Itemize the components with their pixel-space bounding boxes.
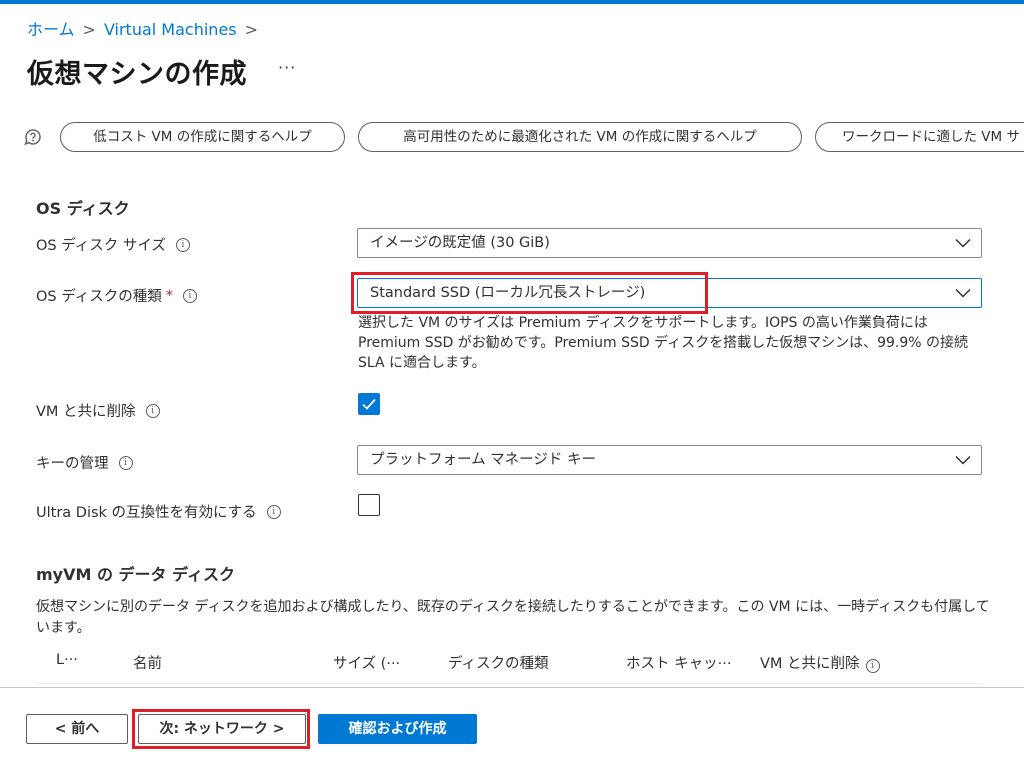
- column-header-delete-with-vm[interactable]: VM と共に削除 i: [760, 652, 880, 673]
- required-indicator: *: [165, 287, 173, 304]
- review-create-button[interactable]: 確認および作成: [318, 714, 477, 744]
- os-disk-size-label-text: OS ディスク サイズ: [36, 238, 166, 254]
- info-icon[interactable]: i: [118, 455, 133, 470]
- data-disks-description: 仮想マシンに別のデータ ディスクを追加および構成したり、既存のディスクを接続した…: [36, 599, 990, 636]
- os-disk-type-value: Standard SSD (ローカル冗長ストレージ): [370, 285, 646, 301]
- page-title: 仮想マシンの作成: [27, 59, 247, 90]
- os-disk-size-value: イメージの既定値 (30 GiB): [370, 235, 550, 251]
- column-header-lun[interactable]: L···: [56, 652, 78, 668]
- info-icon[interactable]: i: [865, 659, 880, 673]
- os-disk-type-label: OS ディスクの種類 * i: [36, 285, 197, 306]
- os-disk-type-dropdown[interactable]: Standard SSD (ローカル冗長ストレージ): [357, 278, 982, 308]
- help-links-bar: 低コスト VM の作成に関するヘルプ 高可用性のために最適化された VM の作成…: [0, 120, 1024, 156]
- more-options-button[interactable]: ···: [278, 58, 296, 77]
- checkmark-icon: [362, 398, 376, 410]
- breadcrumb-home[interactable]: ホーム: [27, 20, 75, 39]
- key-management-dropdown[interactable]: プラットフォーム マネージド キー: [357, 445, 982, 475]
- os-disk-section-title: OS ディスク: [36, 199, 130, 218]
- ultra-disk-label: Ultra Disk の互換性を有効にする i: [36, 501, 281, 522]
- info-icon[interactable]: i: [182, 288, 197, 303]
- footer-divider: [0, 687, 1024, 688]
- info-icon[interactable]: i: [266, 504, 281, 519]
- help-link-low-cost-vm[interactable]: 低コスト VM の作成に関するヘルプ: [60, 122, 345, 152]
- column-header-delete-with-vm-text: VM と共に削除: [760, 656, 860, 672]
- data-disks-section-title: myVM の データ ディスク: [36, 565, 235, 584]
- table-divider: [36, 683, 982, 684]
- column-header-host-cache[interactable]: ホスト キャッ···: [626, 652, 731, 673]
- chevron-down-icon: [955, 288, 971, 298]
- ultra-disk-checkbox[interactable]: [358, 494, 380, 516]
- delete-with-vm-label-text: VM と共に削除: [36, 404, 136, 420]
- ultra-disk-label-text: Ultra Disk の互換性を有効にする: [36, 505, 257, 521]
- breadcrumb-virtual-machines[interactable]: Virtual Machines: [104, 20, 237, 39]
- next-networking-button[interactable]: 次: ネットワーク >: [138, 714, 306, 744]
- help-link-high-availability-vm[interactable]: 高可用性のために最適化された VM の作成に関するヘルプ: [358, 122, 802, 152]
- help-bubble-icon: [24, 129, 41, 146]
- os-disk-size-dropdown[interactable]: イメージの既定値 (30 GiB): [357, 228, 982, 258]
- breadcrumb-separator: >: [244, 20, 259, 39]
- top-accent-bar: [0, 0, 1024, 4]
- column-header-name[interactable]: 名前: [133, 652, 162, 673]
- delete-with-vm-label: VM と共に削除 i: [36, 400, 160, 421]
- breadcrumb: ホーム > Virtual Machines >: [27, 16, 266, 40]
- os-disk-type-help-text: 選択した VM のサイズは Premium ディスクをサポートします。IOPS …: [358, 315, 969, 371]
- key-management-label-text: キーの管理: [36, 456, 109, 472]
- column-header-disk-type[interactable]: ディスクの種類: [448, 652, 548, 673]
- info-icon[interactable]: i: [145, 403, 160, 418]
- chevron-down-icon: [955, 455, 971, 465]
- data-disks-table-header: L··· 名前 サイズ (··· ディスクの種類 ホスト キャッ··· VM と…: [36, 650, 982, 680]
- previous-button[interactable]: < 前へ: [26, 714, 128, 744]
- delete-with-vm-checkbox[interactable]: [358, 393, 380, 415]
- os-disk-type-label-text: OS ディスクの種類: [36, 289, 162, 305]
- os-disk-size-label: OS ディスク サイズ i: [36, 234, 190, 255]
- key-management-value: プラットフォーム マネージド キー: [370, 452, 596, 468]
- help-link-workload-vm[interactable]: ワークロードに適した VM サ: [815, 122, 1024, 152]
- chevron-down-icon: [955, 238, 971, 248]
- key-management-label: キーの管理 i: [36, 452, 133, 473]
- info-icon[interactable]: i: [175, 237, 190, 252]
- breadcrumb-separator: >: [82, 20, 96, 39]
- column-header-size[interactable]: サイズ (···: [333, 652, 400, 673]
